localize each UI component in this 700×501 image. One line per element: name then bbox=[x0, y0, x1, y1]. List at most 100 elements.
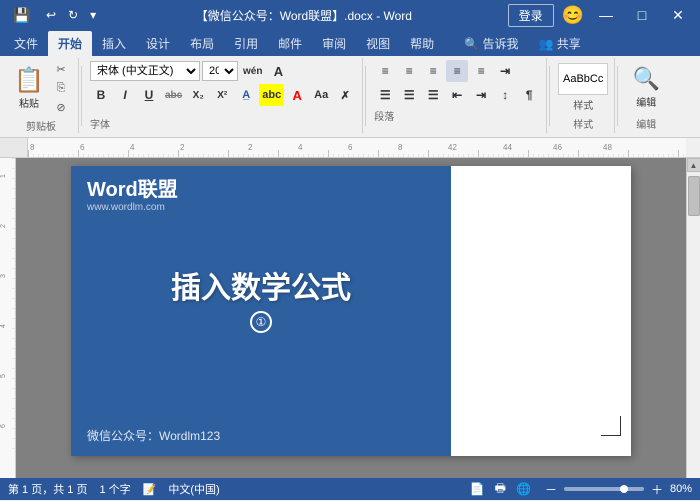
find-replace-button[interactable]: 🔍 编辑 bbox=[626, 66, 666, 108]
zoom-out-btn[interactable]: － bbox=[542, 480, 560, 499]
svg-text:8: 8 bbox=[30, 143, 35, 152]
align-center-btn[interactable]: ≡ bbox=[398, 60, 420, 82]
tab-help[interactable]: 帮助 bbox=[400, 31, 444, 56]
tab-mailings[interactable]: 邮件 bbox=[268, 31, 312, 56]
show-para-btn[interactable]: ¶ bbox=[518, 84, 540, 106]
outdent-btn[interactable]: ⇤ bbox=[446, 84, 468, 106]
title-bar-left: 💾 ↩ ↻ ▾ bbox=[8, 1, 100, 29]
banner-url: www.wordlm.com bbox=[87, 202, 435, 213]
font-bold-a[interactable]: A bbox=[267, 60, 289, 82]
web-view-btn[interactable]: 🌐 bbox=[513, 478, 534, 501]
language: 中文(中国) bbox=[168, 481, 219, 497]
undo-button[interactable]: ↩ bbox=[42, 6, 60, 24]
strikethrough-button[interactable]: abc bbox=[162, 84, 185, 106]
redo-button[interactable]: ↻ bbox=[64, 6, 82, 24]
zoom-slider[interactable] bbox=[564, 487, 644, 491]
bold-button[interactable]: B bbox=[90, 84, 112, 106]
sep1 bbox=[81, 66, 82, 126]
indent-btn[interactable]: ⇥ bbox=[494, 60, 516, 82]
word-count: 1 个字 bbox=[99, 481, 130, 497]
tab-layout[interactable]: 布局 bbox=[180, 31, 224, 56]
zoom-slider-thumb bbox=[620, 485, 628, 493]
cut-button[interactable]: ✂ bbox=[50, 60, 72, 78]
style-preview[interactable]: AaBbCc bbox=[558, 63, 608, 95]
paste-label: 粘贴 bbox=[19, 95, 39, 110]
login-button[interactable]: 登录 bbox=[508, 4, 554, 27]
tab-file[interactable]: 文件 bbox=[4, 31, 48, 56]
quick-access-more[interactable]: ▾ bbox=[86, 6, 100, 24]
style-content: AaBbCc 样式 bbox=[558, 60, 608, 114]
blue-banner: Word联盟 www.wordlm.com 插入数学公式 ① 微信公众号：Wor… bbox=[71, 166, 451, 456]
scroll-thumb[interactable] bbox=[688, 176, 700, 216]
sup-button[interactable]: X² bbox=[211, 84, 233, 106]
tab-design[interactable]: 设计 bbox=[136, 31, 180, 56]
font-name-select[interactable]: 宋体 (中文正文) bbox=[90, 61, 200, 81]
title-bar-controls: 登录 😊 — □ ✕ bbox=[508, 1, 692, 29]
font-aa-button[interactable]: Aa bbox=[310, 84, 332, 106]
para-section: ≡ ≡ ≡ ≡ ≡ ⇥ ☰ ☰ ☰ ⇤ ⇥ ↕ ¶ bbox=[374, 60, 540, 106]
num-list-btn[interactable]: ☰ bbox=[398, 84, 420, 106]
svg-text:2: 2 bbox=[0, 224, 7, 228]
justify-btn[interactable]: ≡ bbox=[446, 60, 468, 82]
clear-format-button[interactable]: ✗ bbox=[334, 84, 356, 106]
dist-btn[interactable]: ≡ bbox=[470, 60, 492, 82]
font-size-increase[interactable]: wén bbox=[240, 60, 265, 82]
emoji-icon: 😊 bbox=[562, 5, 584, 26]
svg-text:8: 8 bbox=[398, 143, 403, 152]
edit-content: 🔍 编辑 bbox=[626, 60, 666, 114]
paste-button[interactable]: 📋 粘贴 bbox=[10, 67, 48, 109]
save-button[interactable]: 💾 bbox=[8, 1, 36, 29]
sort-btn[interactable]: ↕ bbox=[494, 84, 516, 106]
clipboard-label: 剪贴板 bbox=[26, 118, 56, 133]
svg-text:4: 4 bbox=[0, 324, 7, 328]
font-label: 字体 bbox=[90, 116, 110, 131]
font-section: 宋体 (中文正文) 20 wén A B I U abc X₂ X² A̲ ab… bbox=[90, 60, 356, 114]
para-label: 段落 bbox=[374, 108, 394, 123]
horizontal-ruler: 8 6 4 2 2 4 6 8 42 44 46 48 bbox=[28, 138, 686, 158]
text-effect-button[interactable]: A̲ bbox=[235, 84, 257, 106]
status-bar: 第 1 页，共 1 页 1 个字 📝 中文(中国) 📄 🖶 🌐 － ＋ 80% bbox=[0, 478, 700, 500]
scroll-up-button[interactable]: ▲ bbox=[687, 158, 700, 172]
format-paste-button[interactable]: ⊘ bbox=[50, 98, 72, 116]
svg-text:44: 44 bbox=[503, 143, 512, 152]
copy-button[interactable]: ⎘ bbox=[50, 79, 72, 97]
status-right: 📄 🖶 🌐 － ＋ 80% bbox=[467, 478, 692, 501]
vertical-scrollbar[interactable]: ▲ bbox=[686, 158, 700, 478]
tab-view[interactable]: 视图 bbox=[356, 31, 400, 56]
svg-text:6: 6 bbox=[0, 424, 7, 428]
italic-button[interactable]: I bbox=[114, 84, 136, 106]
sub-button[interactable]: X₂ bbox=[187, 84, 209, 106]
svg-text:6: 6 bbox=[80, 143, 85, 152]
print-view-btn[interactable]: 🖶 bbox=[492, 478, 509, 501]
clipboard-small-btns: ✂ ⎘ ⊘ bbox=[50, 60, 72, 116]
minimize-button[interactable]: — bbox=[592, 1, 620, 29]
indent2-btn[interactable]: ⇥ bbox=[470, 84, 492, 106]
font-color-button[interactable]: A bbox=[286, 84, 308, 106]
banner-title: 插入数学公式 bbox=[87, 263, 435, 307]
tab-tell-me[interactable]: 🔍 告诉我 bbox=[454, 31, 528, 56]
highlight-button[interactable]: abc bbox=[259, 84, 284, 106]
tab-insert[interactable]: 插入 bbox=[92, 31, 136, 56]
ribbon-group-edit: 🔍 编辑 编辑 bbox=[620, 58, 672, 133]
tab-share[interactable]: 👥 共享 bbox=[528, 31, 590, 56]
close-button[interactable]: ✕ bbox=[664, 1, 692, 29]
page-corner-mark bbox=[601, 416, 621, 436]
align-right-btn[interactable]: ≡ bbox=[422, 60, 444, 82]
tab-home[interactable]: 开始 bbox=[48, 31, 92, 56]
underline-button[interactable]: U bbox=[138, 84, 160, 106]
multi-level-btn[interactable]: ☰ bbox=[422, 84, 444, 106]
font-row-2: B I U abc X₂ X² A̲ abc A Aa ✗ bbox=[90, 84, 356, 106]
ribbon: 📋 粘贴 ✂ ⎘ ⊘ 剪贴板 宋体 (中文正文) 20 wén A bbox=[0, 56, 700, 138]
align-left-btn[interactable]: ≡ bbox=[374, 60, 396, 82]
tab-references[interactable]: 引用 bbox=[224, 31, 268, 56]
zoom-in-btn[interactable]: ＋ bbox=[648, 480, 666, 499]
maximize-button[interactable]: □ bbox=[628, 1, 656, 29]
tab-review[interactable]: 审阅 bbox=[312, 31, 356, 56]
view-icons: 📄 🖶 🌐 bbox=[467, 478, 534, 501]
read-view-btn[interactable]: 📄 bbox=[467, 478, 488, 501]
bullet-btn[interactable]: ☰ bbox=[374, 84, 396, 106]
font-size-select[interactable]: 20 bbox=[202, 61, 238, 81]
svg-text:46: 46 bbox=[553, 143, 562, 152]
doc-scroll-area[interactable]: Word联盟 www.wordlm.com 插入数学公式 ① 微信公众号：Wor… bbox=[16, 158, 686, 478]
ruler-marks: 8 6 4 2 2 4 6 8 42 44 46 48 bbox=[28, 138, 686, 158]
